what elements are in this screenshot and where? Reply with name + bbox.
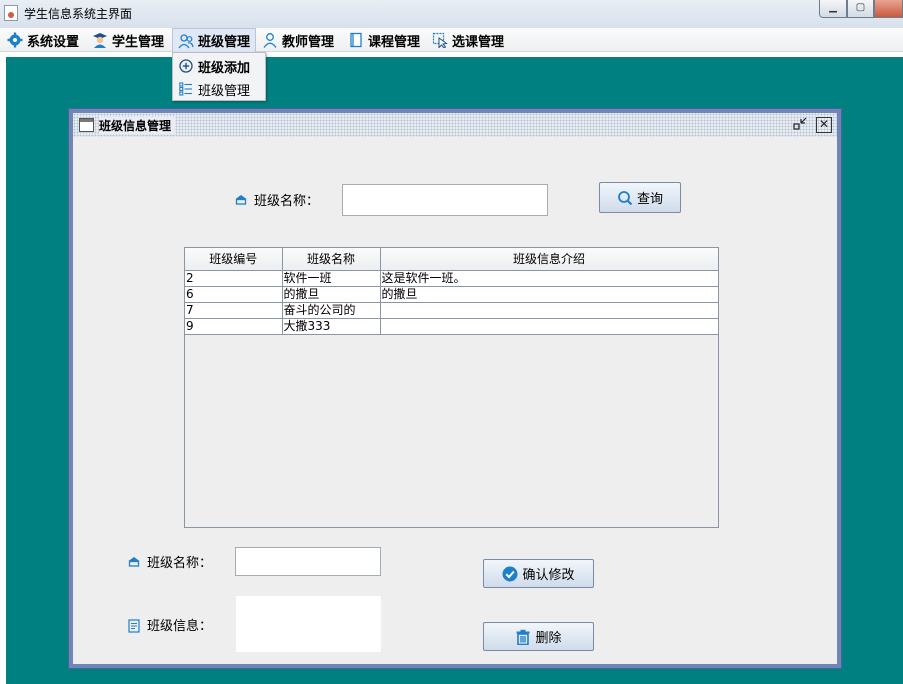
menu-item-add-class[interactable]: 班级添加: [173, 55, 265, 77]
java-app-icon: [4, 5, 18, 21]
dropdown-item-label: 班级管理: [198, 83, 251, 99]
gear-icon: [7, 32, 23, 48]
class-management-dropdown: 班级添加 班级管理: [172, 52, 266, 101]
cell-class-id[interactable]: 9: [185, 318, 283, 335]
menu-student-management[interactable]: 学生管理: [87, 28, 169, 52]
class-icon: [178, 33, 194, 49]
menu-teacher-management[interactable]: 教师管理: [257, 28, 339, 52]
cell-class-name[interactable]: 大撒333: [282, 318, 381, 335]
cell-class-id[interactable]: 7: [185, 302, 283, 319]
maximize-button[interactable]: ▢: [847, 0, 874, 18]
school-icon: [128, 556, 140, 568]
frame-content: 班级名称： 查询 班级编号 班级名称 班级信息介绍 2 软件一班 这是软件一班。…: [73, 137, 837, 664]
search-button[interactable]: 查询: [599, 182, 681, 213]
search-class-name-input[interactable]: [342, 184, 548, 216]
cell-class-id[interactable]: 6: [185, 286, 283, 303]
frame-title: 班级信息管理: [99, 117, 176, 134]
magnifier-icon: [617, 190, 633, 206]
menu-label: 教师管理: [282, 34, 335, 50]
frame-title-bar[interactable]: 班级信息管理 ✕: [73, 113, 837, 137]
edit-class-info-label: 班级信息：: [128, 615, 212, 634]
table-header-row: 班级编号 班级名称 班级信息介绍: [185, 248, 719, 271]
menu-label: 课程管理: [368, 34, 421, 50]
check-circle-icon: [502, 566, 518, 582]
column-header-class-info[interactable]: 班级信息介绍: [380, 248, 719, 271]
window-title: 学生信息系统主界面: [24, 7, 133, 21]
dropdown-item-label: 班级添加: [198, 60, 251, 76]
frame-restore-button[interactable]: [792, 117, 808, 133]
menu-label: 选课管理: [452, 34, 505, 50]
cell-class-name[interactable]: 奋斗的公司的: [282, 302, 381, 319]
menu-item-manage-class[interactable]: 班级管理: [173, 78, 265, 100]
minimize-button[interactable]: ▁: [819, 0, 847, 18]
cell-class-name[interactable]: 的撒旦: [282, 286, 381, 303]
student-icon: [92, 32, 108, 48]
close-window-button[interactable]: [874, 0, 903, 18]
menu-label: 学生管理: [112, 34, 165, 50]
menu-class-management[interactable]: 班级管理: [172, 28, 257, 52]
cell-class-info[interactable]: [380, 302, 719, 319]
cell-class-info[interactable]: [380, 318, 719, 335]
trash-icon: [515, 629, 531, 645]
delete-button[interactable]: 删除: [483, 622, 594, 651]
window-title-bar: 学生信息系统主界面 ▁ ▢: [0, 0, 903, 28]
edit-class-info-textarea[interactable]: [235, 595, 382, 653]
teacher-icon: [262, 32, 278, 48]
menu-system-settings[interactable]: 系统设置: [2, 28, 84, 52]
frame-close-button[interactable]: ✕: [816, 117, 832, 133]
cell-class-id[interactable]: 2: [185, 270, 283, 287]
menu-select-course-management[interactable]: 选课管理: [427, 28, 509, 52]
cell-class-name[interactable]: 软件一班: [282, 270, 381, 287]
select-course-icon: [432, 32, 448, 49]
table-row[interactable]: 2 软件一班 这是软件一班。: [185, 270, 719, 287]
table-row[interactable]: 6 的撒旦 的撒旦: [185, 286, 719, 303]
column-header-class-name[interactable]: 班级名称: [282, 248, 381, 271]
edit-class-name-label: 班级名称：: [128, 552, 212, 571]
edit-class-name-input[interactable]: [235, 547, 381, 576]
menu-label: 班级管理: [198, 35, 251, 50]
column-header-class-id[interactable]: 班级编号: [185, 248, 283, 271]
cell-class-info[interactable]: 的撒旦: [380, 286, 719, 303]
document-icon: [128, 618, 140, 633]
menu-label: 系统设置: [27, 34, 80, 50]
add-circle-icon: [179, 59, 193, 73]
table-row[interactable]: 7 奋斗的公司的: [185, 302, 719, 319]
class-table: 班级编号 班级名称 班级信息介绍 2 软件一班 这是软件一班。 6 的撒旦 的撒…: [184, 247, 719, 528]
menu-bar: 系统设置 学生管理 班级管理 教师管理 课程管理 选课管理: [0, 28, 903, 52]
course-icon: [348, 32, 364, 48]
menu-course-management[interactable]: 课程管理: [343, 28, 425, 52]
list-icon: [179, 82, 193, 96]
confirm-edit-button[interactable]: 确认修改: [483, 559, 594, 588]
cell-class-info[interactable]: 这是软件一班。: [380, 270, 719, 287]
search-class-name-label: 班级名称：: [235, 190, 319, 209]
school-icon: [235, 194, 247, 206]
table-row[interactable]: 9 大撒333: [185, 318, 719, 335]
frame-window-icon: [79, 118, 94, 132]
class-info-frame: 班级信息管理 ✕ 班级名称： 查询 班级编号 班级名称 班级信息介绍 2 软件一…: [68, 108, 842, 669]
